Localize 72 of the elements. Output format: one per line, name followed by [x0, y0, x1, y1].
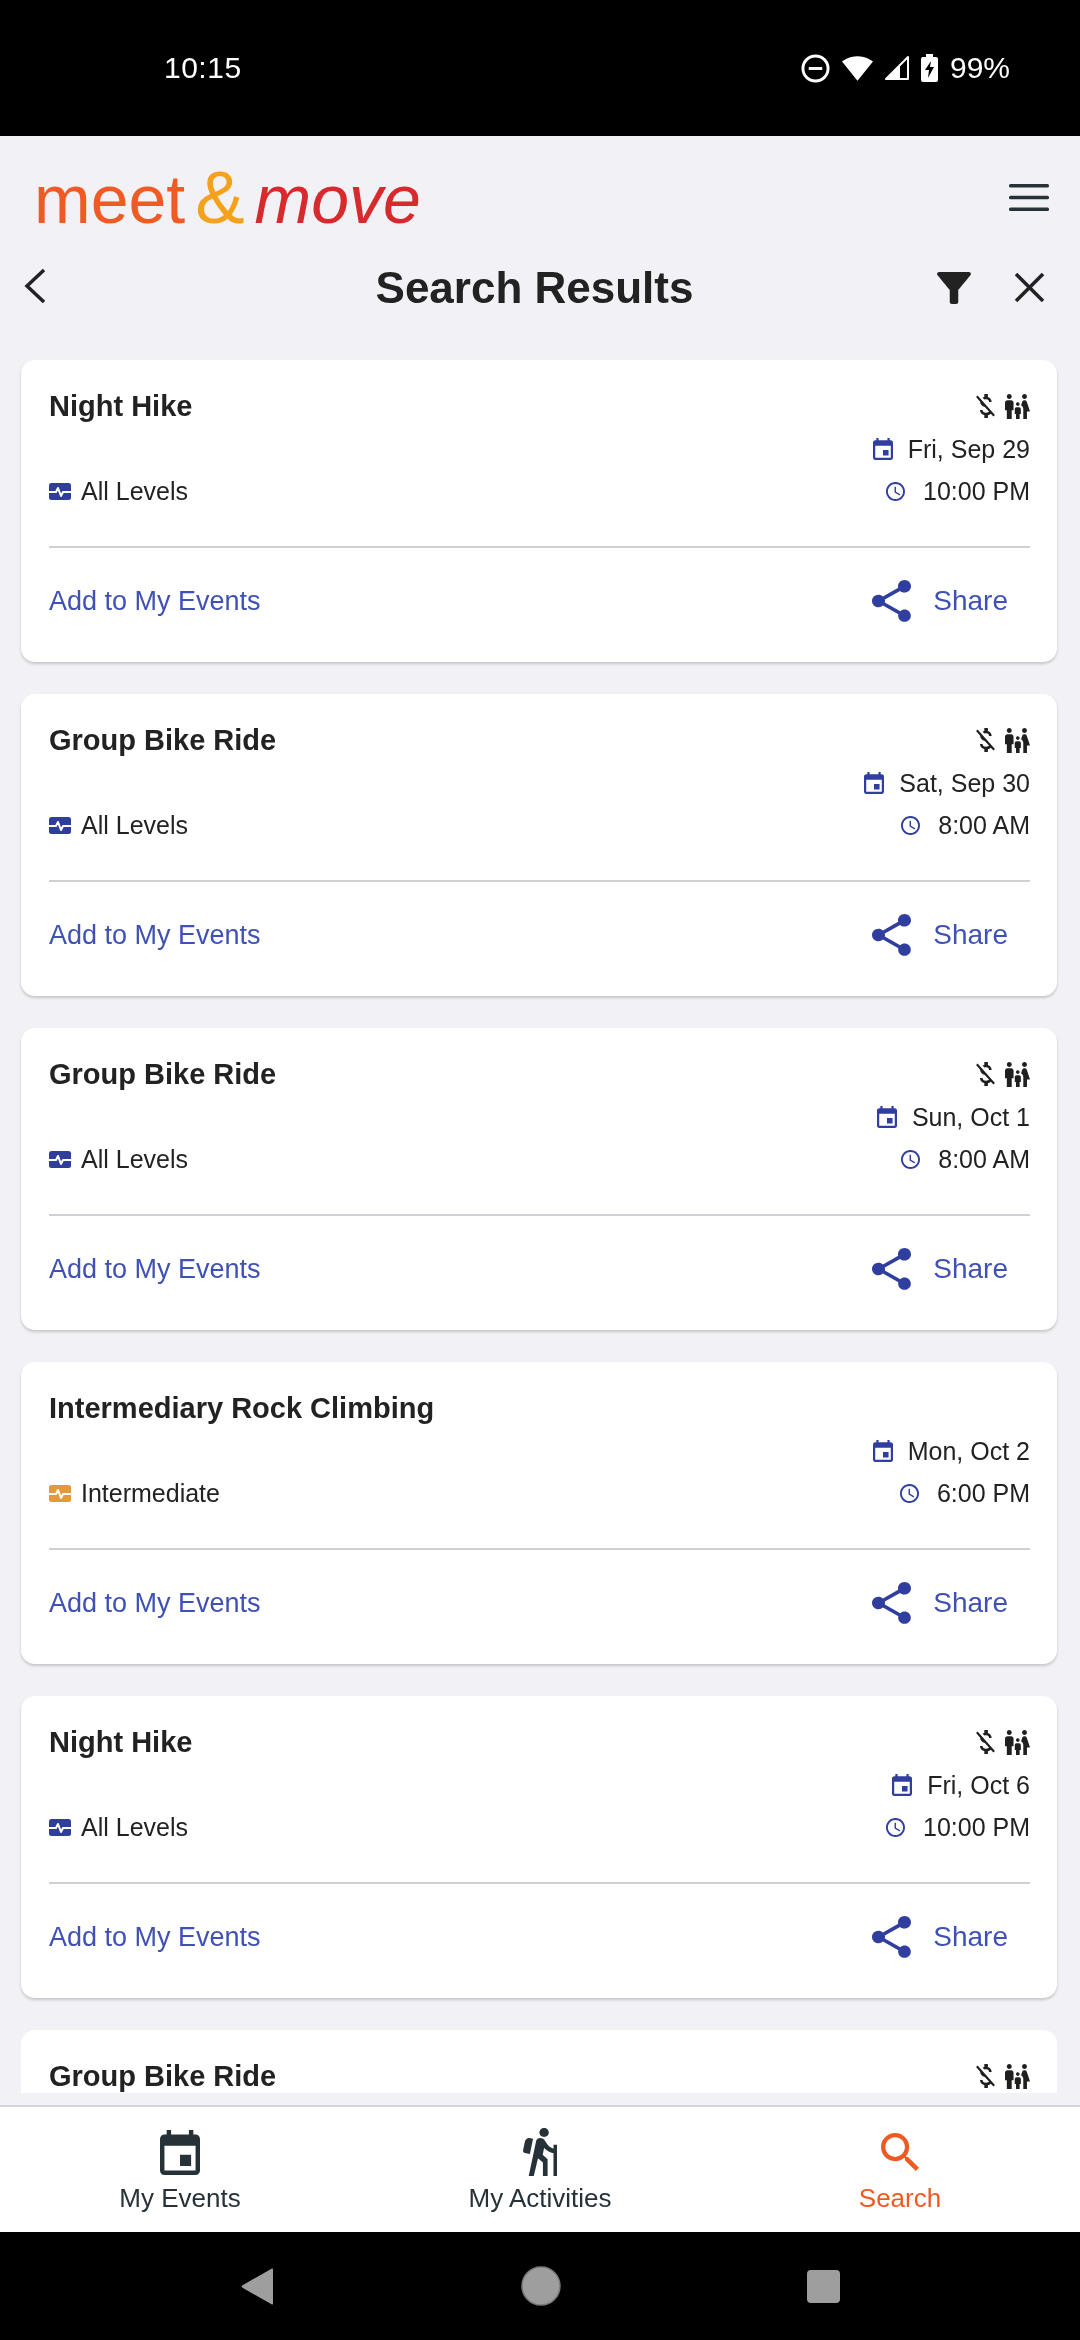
- event-card[interactable]: Night Hike Fri, Sep 29 All Levels 10:00 PM Add to My Events Share: [21, 360, 1057, 662]
- share-icon: [872, 1248, 912, 1290]
- wifi-icon: [841, 55, 873, 81]
- event-title: Group Bike Ride: [49, 2059, 277, 2093]
- event-date: Mon, Oct 2: [907, 1436, 1030, 1466]
- event-card[interactable]: Intermediary Rock Climbing Mon, Oct 2 Intermediate 6:00 PM Add to My Events Share: [21, 1362, 1057, 1664]
- system-back-icon[interactable]: [240, 2267, 275, 2305]
- event-time: 8:00 AM: [938, 1144, 1030, 1174]
- back-icon[interactable]: [24, 267, 46, 304]
- hiker-icon: [523, 2128, 557, 2176]
- system-recents-icon[interactable]: [806, 2269, 840, 2303]
- event-card[interactable]: Night Hike Fri, Oct 6 All Levels 10:00 PM Add to My Events Share: [21, 1696, 1057, 1998]
- add-to-events-button[interactable]: Add to My Events: [49, 1573, 261, 1633]
- clock-icon: [899, 1483, 919, 1503]
- close-icon[interactable]: [1014, 272, 1045, 303]
- add-to-events-button[interactable]: Add to My Events: [49, 905, 261, 965]
- battery-charging-icon: [920, 54, 938, 82]
- calendar-icon: [872, 438, 893, 460]
- event-card[interactable]: Group Bike Ride: [21, 2030, 1057, 2093]
- share-button[interactable]: Share: [872, 1907, 1030, 1967]
- do-not-disturb-icon: [800, 53, 830, 83]
- calendar-icon: [160, 2129, 200, 2175]
- event-time: 10:00 PM: [923, 476, 1030, 506]
- share-icon: [872, 580, 912, 622]
- nav-tab[interactable]: My Events: [0, 2107, 360, 2232]
- system-home-icon[interactable]: [520, 2266, 561, 2306]
- event-title: Intermediary Rock Climbing: [49, 1391, 435, 1425]
- calendar-icon: [872, 1440, 893, 1462]
- add-to-events-button[interactable]: Add to My Events: [49, 1239, 261, 1299]
- event-card[interactable]: Group Bike Ride Sat, Sep 30 All Levels 8:00 AM Add to My Events Share: [21, 694, 1057, 996]
- event-date: Fri, Sep 29: [907, 434, 1030, 464]
- calendar-icon: [864, 772, 885, 794]
- event-title: Night Hike: [49, 1725, 193, 1759]
- clock-icon: [886, 481, 905, 501]
- calendar-icon: [892, 1774, 913, 1796]
- difficulty-label: All Levels: [81, 1812, 188, 1842]
- clock-icon: [886, 1817, 905, 1837]
- share-button[interactable]: Share: [872, 571, 1030, 631]
- event-card[interactable]: Group Bike Ride Sun, Oct 1 All Levels 8:00 AM Add to My Events Share: [21, 1028, 1057, 1330]
- add-to-events-button[interactable]: Add to My Events: [49, 571, 261, 631]
- event-time: 10:00 PM: [923, 1812, 1030, 1842]
- event-date: Fri, Oct 6: [927, 1770, 1030, 1800]
- calendar-icon: [876, 1106, 897, 1128]
- signal-icon: [884, 56, 909, 80]
- event-date: Sun, Oct 1: [911, 1102, 1030, 1132]
- menu-icon[interactable]: [1009, 184, 1049, 211]
- page-title: Search Results: [375, 261, 694, 314]
- status-time: 10:15: [164, 51, 242, 85]
- share-button[interactable]: Share: [872, 905, 1030, 965]
- difficulty-label: All Levels: [81, 810, 188, 840]
- nav-tab[interactable]: My Activities: [360, 2107, 720, 2232]
- share-icon: [872, 1916, 912, 1958]
- share-button[interactable]: Share: [872, 1573, 1030, 1633]
- event-date: Sat, Sep 30: [899, 768, 1030, 798]
- event-time: 8:00 AM: [938, 810, 1030, 840]
- clock-icon: [901, 815, 921, 835]
- event-time: 6:00 PM: [936, 1478, 1030, 1508]
- clock-icon: [901, 1149, 921, 1169]
- app-logo: meet&move: [34, 160, 421, 235]
- battery-percent: 99%: [949, 51, 1010, 85]
- event-title: Group Bike Ride: [49, 1057, 277, 1091]
- event-title: Night Hike: [49, 389, 193, 423]
- add-to-events-button[interactable]: Add to My Events: [49, 1907, 261, 1967]
- difficulty-label: Intermediate: [81, 1478, 220, 1508]
- search-icon: [881, 2133, 919, 2171]
- event-title: Group Bike Ride: [49, 723, 277, 757]
- share-button[interactable]: Share: [872, 1239, 1030, 1299]
- difficulty-label: All Levels: [81, 476, 188, 506]
- share-icon: [872, 1582, 912, 1624]
- filter-icon[interactable]: [937, 271, 971, 304]
- share-icon: [872, 914, 912, 956]
- difficulty-label: All Levels: [81, 1144, 188, 1174]
